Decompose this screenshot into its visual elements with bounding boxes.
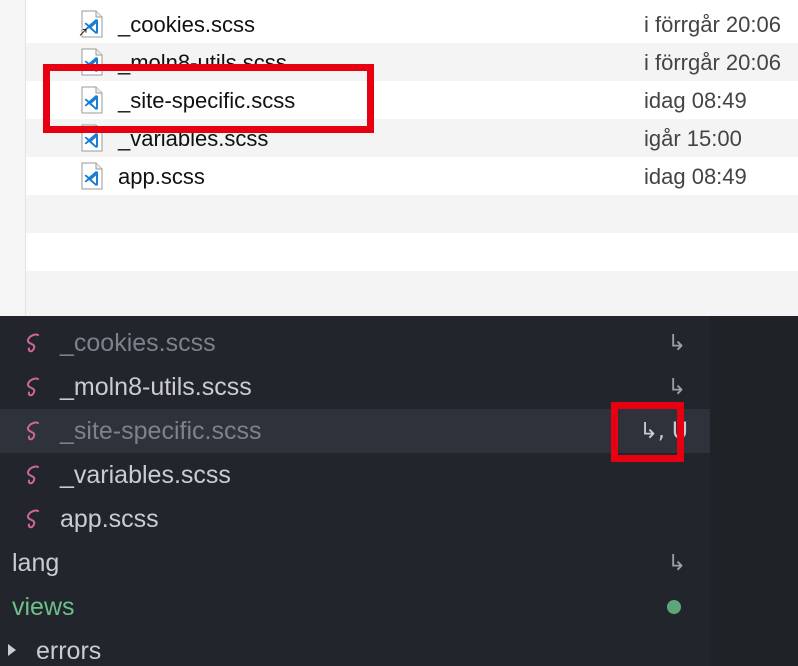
tree-folder-label: errors — [36, 637, 102, 665]
tree-item-variables[interactable]: _variables.scss — [0, 453, 710, 497]
tree-item-label: _site-specific.scss — [60, 417, 262, 445]
finder-sidebar-edge — [0, 0, 26, 316]
finder-empty-row — [26, 195, 798, 233]
tree-folder-errors[interactable]: errors — [0, 629, 710, 666]
tree-item-app[interactable]: app.scss — [0, 497, 710, 541]
file-date: i förrgår 20:06 — [644, 50, 781, 75]
file-date: i förrgår 20:06 — [644, 12, 781, 37]
tree-item-label: app.scss — [60, 505, 159, 533]
tree-folder-views[interactable]: views — [0, 585, 710, 629]
vscode-file-icon — [81, 162, 103, 190]
tree-folder-label: lang — [12, 549, 60, 577]
git-status-indicator: ↳ — [667, 551, 686, 576]
sass-icon — [26, 333, 39, 353]
sass-icon — [26, 421, 39, 441]
file-date: idag 08:49 — [644, 164, 747, 189]
annotation-highlight-finder — [43, 64, 374, 133]
tree-folder-lang[interactable]: lang ↳ — [0, 541, 710, 585]
editor-gutter: 1 1 1 1 1 1 — [710, 316, 798, 666]
finder-empty-row — [26, 271, 798, 316]
tree-folder-label: views — [12, 593, 75, 621]
file-date: idag 08:49 — [644, 88, 747, 113]
editor-file-tree: 1 1 1 1 1 1 _cookies.scss ↳ _moln8-utils… — [0, 316, 798, 666]
finder-row-app[interactable]: app.scss idag 08:49 — [26, 157, 798, 195]
file-name: app.scss — [118, 164, 205, 189]
tree-item-site-specific[interactable]: _site-specific.scss ↳, U — [0, 409, 710, 453]
sass-icon — [26, 377, 39, 397]
git-status-indicator: ↳ — [667, 375, 686, 400]
tree-item-label: _variables.scss — [60, 461, 231, 489]
file-date: igår 15:00 — [644, 126, 742, 151]
finder-row-cookies[interactable]: ↗ _cookies.scss i förrgår 20:06 — [26, 5, 798, 43]
tree-item-cookies[interactable]: _cookies.scss ↳ — [0, 321, 710, 365]
file-name: _cookies.scss — [118, 12, 255, 37]
tree-item-label: _moln8-utils.scss — [60, 373, 252, 401]
tree-item-label: _cookies.scss — [60, 329, 216, 357]
chevron-right-icon[interactable] — [8, 644, 16, 656]
annotation-highlight-status — [611, 402, 684, 462]
tree-item-moln8-utils[interactable]: _moln8-utils.scss ↳ — [0, 365, 710, 409]
finder-empty-row — [26, 233, 798, 271]
sass-icon — [26, 509, 39, 529]
finder-file-list: ↗ _cookies.scss i förrgår 20:06 _moln8-u… — [0, 0, 798, 316]
alias-arrow-icon: ↗ — [78, 25, 89, 39]
git-modified-dot-icon — [667, 600, 681, 614]
git-status-indicator: ↳ — [667, 331, 686, 356]
sass-icon — [26, 465, 39, 485]
